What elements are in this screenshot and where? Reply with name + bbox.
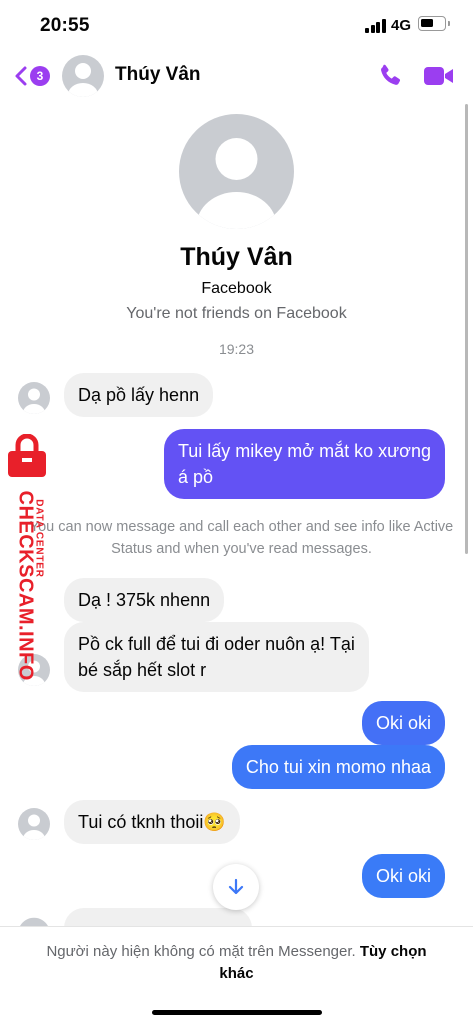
status-bar: 20:55 4G bbox=[0, 0, 473, 52]
contact-name[interactable]: Thúy Vân bbox=[115, 64, 201, 86]
chat-header: 3 Thúy Vân bbox=[0, 52, 473, 100]
profile-name: Thúy Vân bbox=[180, 243, 293, 271]
padlock-icon bbox=[8, 434, 46, 477]
message-line: bé sắp hết slot r bbox=[78, 660, 207, 680]
arrow-down-icon bbox=[228, 878, 244, 895]
sender-avatar bbox=[18, 382, 50, 414]
message-bubble-outgoing[interactable]: Cho tui xin momo nhaa bbox=[231, 745, 445, 789]
scroll-to-bottom-button[interactable] bbox=[213, 864, 259, 910]
message-line: Pồ ck full để tui đi oder nuôn ạ! Tại bbox=[78, 634, 355, 654]
unread-badge: 3 bbox=[30, 66, 50, 86]
profile-subtitle: Facebook bbox=[201, 280, 272, 297]
network-type: 4G bbox=[391, 17, 412, 34]
home-indicator[interactable] bbox=[152, 1010, 322, 1015]
availability-text: Người này hiện không có mặt trên Messeng… bbox=[46, 943, 356, 960]
profile-avatar[interactable] bbox=[179, 114, 294, 229]
back-chevron-icon bbox=[15, 66, 27, 86]
battery-icon bbox=[418, 16, 450, 31]
message-bubble-incoming[interactable]: Dạ pồ lấy henn bbox=[64, 373, 214, 417]
sender-avatar bbox=[18, 808, 50, 840]
message-bubble-outgoing[interactable]: Oki oki bbox=[361, 854, 445, 898]
friend-status-note: You're not friends on Facebook bbox=[126, 305, 347, 322]
message-bubble-outgoing[interactable]: Tui lấy mikey mở mắt ko xương á pồ bbox=[163, 429, 445, 499]
signal-icon bbox=[365, 19, 386, 33]
message-bubble-incoming[interactable]: Tui có tknh thoii🥺 bbox=[64, 800, 240, 844]
default-avatar-icon[interactable] bbox=[62, 55, 104, 97]
system-notice: You can now message and call each other … bbox=[29, 519, 454, 557]
watermark-title: CHECKSCAM.INFO bbox=[14, 490, 37, 681]
message-line: Tui lấy mikey mở mắt ko xương bbox=[177, 441, 431, 461]
availability-notice: Người này hiện không có mặt trên Messeng… bbox=[30, 941, 443, 985]
sender-avatar bbox=[20, 917, 48, 926]
back-button[interactable]: 3 bbox=[12, 62, 54, 90]
status-time: 20:55 bbox=[40, 15, 90, 36]
message-bubble-outgoing[interactable]: Oki oki bbox=[361, 701, 445, 745]
watermark: DATA CENTER CHECKSCAM.INFO bbox=[2, 434, 52, 681]
conversation-timestamp: 19:23 bbox=[218, 341, 255, 357]
message-bubble-incoming[interactable]: Pồ ck full để tui đi oder nuôn ạ! Tại bé… bbox=[64, 622, 369, 692]
scrollbar[interactable] bbox=[465, 104, 468, 554]
message-line: á pồ bbox=[177, 467, 213, 487]
messenger-footer: Người này hiện không có mặt trên Messeng… bbox=[0, 926, 473, 1024]
message-bubble-incoming[interactable]: Dạ ! 375k nhenn bbox=[64, 578, 225, 622]
phone-icon[interactable] bbox=[376, 62, 404, 90]
video-camera-icon[interactable] bbox=[423, 64, 455, 88]
